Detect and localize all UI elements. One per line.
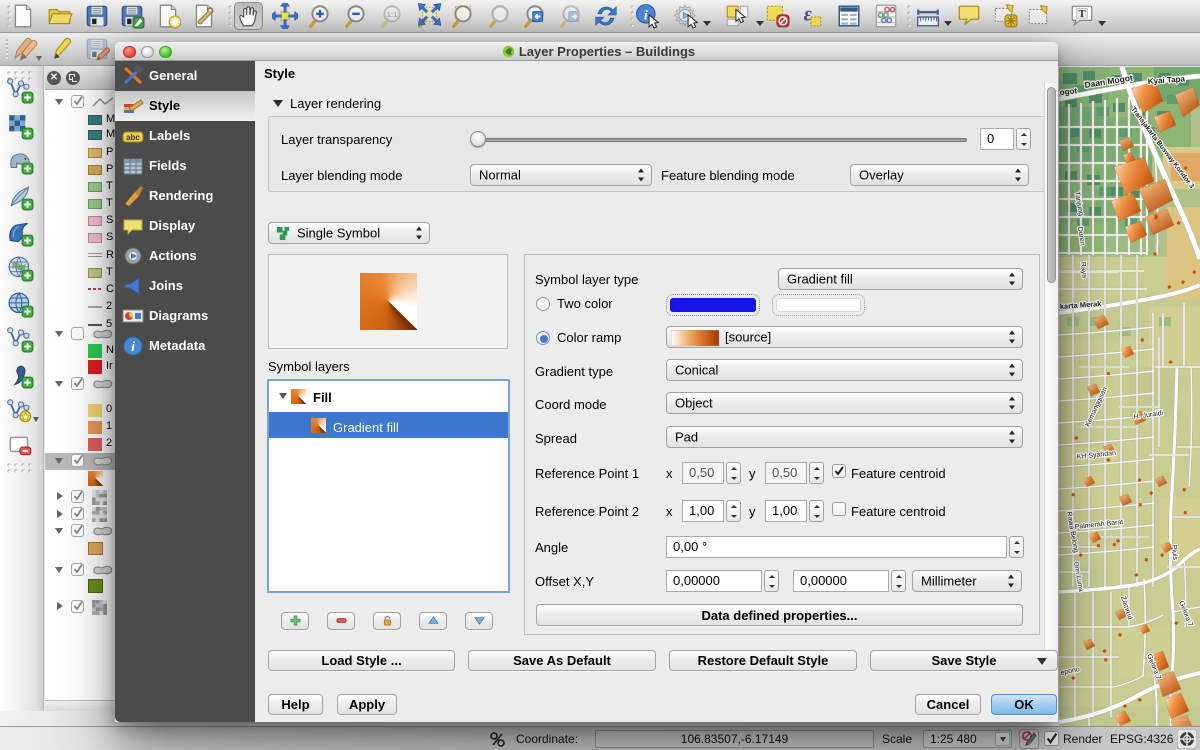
svg-text:Pluis: Pluis <box>1170 545 1178 561</box>
svg-text:1:1: 1:1 <box>387 10 398 19</box>
svg-text:i: i <box>644 7 648 23</box>
svg-text:T: T <box>1078 8 1086 20</box>
svg-text:ogot: ogot <box>1059 86 1078 97</box>
